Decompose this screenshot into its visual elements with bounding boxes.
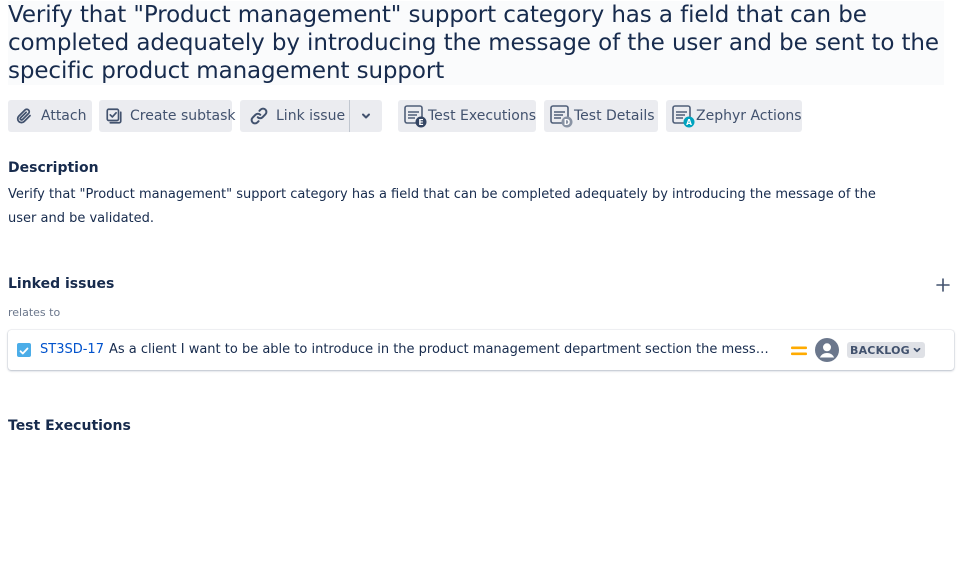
attach-button[interactable]: Attach bbox=[8, 100, 92, 132]
svg-text:A: A bbox=[686, 118, 692, 127]
test-details-button[interactable]: D Test Details bbox=[544, 100, 658, 132]
task-type-icon bbox=[17, 343, 31, 357]
link-icon bbox=[249, 106, 269, 126]
description-text[interactable]: Verify that "Product management" support… bbox=[8, 183, 908, 231]
subtask-icon bbox=[105, 106, 123, 126]
create-subtask-button[interactable]: Create subtask bbox=[99, 100, 236, 132]
paperclip-icon bbox=[14, 106, 34, 126]
zephyr-actions-button[interactable]: A Zephyr Actions bbox=[666, 100, 802, 132]
svg-text:E: E bbox=[418, 118, 423, 127]
link-issue-more-button[interactable] bbox=[350, 100, 382, 132]
test-executions-heading: Test Executions bbox=[8, 418, 131, 434]
relation-label: relates to bbox=[8, 306, 61, 319]
zephyr-actions-label: Zephyr Actions bbox=[696, 108, 802, 124]
assignee-avatar-icon[interactable] bbox=[815, 338, 839, 362]
link-issue-label: Link issue bbox=[276, 108, 346, 124]
test-executions-label: Test Executions bbox=[428, 108, 537, 124]
linked-issue-row[interactable]: ST3SD-17 As a client I want to be able t… bbox=[8, 330, 954, 370]
add-linked-issue-icon[interactable] bbox=[935, 277, 951, 293]
zephyr-actions-icon: A bbox=[670, 103, 696, 129]
chevron-down-icon bbox=[912, 345, 922, 355]
attach-label: Attach bbox=[41, 108, 87, 124]
zephyr-test-executions-icon: E bbox=[402, 103, 428, 129]
linked-issues-heading: Linked issues bbox=[8, 276, 115, 292]
issue-title[interactable]: Verify that "Product management" support… bbox=[8, 1, 944, 85]
create-subtask-label: Create subtask bbox=[130, 108, 236, 124]
status-label: BACKLOG bbox=[850, 343, 910, 357]
linked-issue-summary[interactable]: As a client I want to be able to introdu… bbox=[109, 342, 775, 357]
zephyr-test-details-icon: D bbox=[548, 103, 574, 129]
test-details-label: Test Details bbox=[574, 108, 655, 124]
description-heading: Description bbox=[8, 160, 99, 176]
status-dropdown[interactable]: BACKLOG bbox=[847, 342, 925, 358]
linked-issue-key[interactable]: ST3SD-17 bbox=[40, 342, 104, 357]
test-executions-button[interactable]: E Test Executions bbox=[398, 100, 536, 132]
priority-medium-icon bbox=[791, 343, 807, 362]
chevron-down-icon bbox=[360, 110, 372, 122]
link-issue-button[interactable]: Link issue bbox=[240, 100, 349, 132]
svg-text:D: D bbox=[564, 118, 570, 127]
